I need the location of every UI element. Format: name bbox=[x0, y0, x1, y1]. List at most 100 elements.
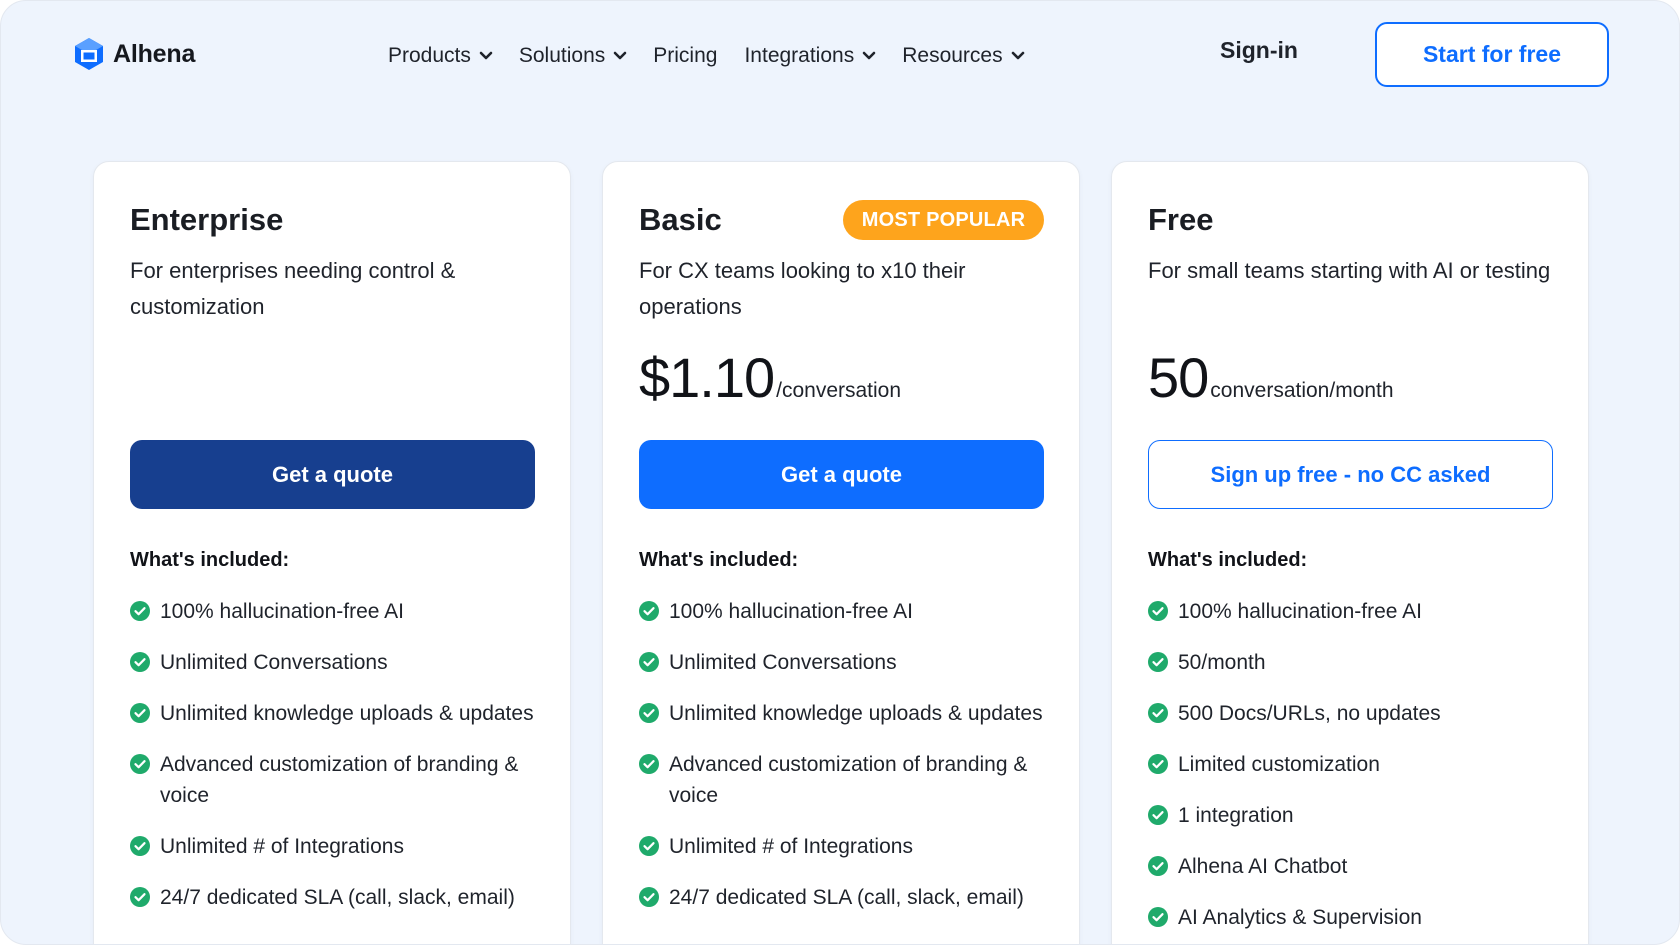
included-title: What's included: bbox=[130, 549, 290, 571]
sign-up-free-button[interactable]: Sign up free - no CC asked bbox=[1148, 440, 1553, 509]
list-item: Unlimited Conversations bbox=[639, 647, 1059, 678]
feature-text: Unlimited # of Integrations bbox=[669, 835, 913, 858]
check-circle-icon bbox=[1148, 601, 1168, 621]
plan-price: $1.10 /conversation bbox=[639, 345, 901, 410]
check-circle-icon bbox=[639, 754, 659, 774]
check-circle-icon bbox=[1148, 907, 1168, 927]
feature-text: Limited customization bbox=[1178, 753, 1380, 776]
plan-card-enterprise: Enterprise For enterprises needing contr… bbox=[93, 161, 571, 944]
feature-text: 24/7 dedicated SLA (call, slack, email) bbox=[669, 886, 1024, 909]
feature-text: Alhena AI Chatbot bbox=[1178, 855, 1348, 878]
main-nav: Products Solutions Pricing Integrations … bbox=[388, 41, 1051, 71]
nav-integrations-label: Integrations bbox=[744, 44, 855, 67]
price-unit: /conversation bbox=[776, 379, 902, 402]
feature-text: Advanced customization of branding & voi… bbox=[160, 753, 519, 807]
check-circle-icon bbox=[1148, 754, 1168, 774]
check-circle-icon bbox=[1148, 703, 1168, 723]
list-item: 100% hallucination-free AI bbox=[639, 596, 1059, 627]
logo-text: Alhena bbox=[113, 39, 196, 68]
feature-text: 24/7 dedicated SLA (call, slack, email) bbox=[160, 886, 515, 909]
feature-text: Advanced customization of branding & voi… bbox=[669, 753, 1028, 807]
most-popular-badge: MOST POPULAR bbox=[843, 200, 1044, 240]
list-item: 1 integration bbox=[1148, 800, 1568, 831]
feature-text: Unlimited # of Integrations bbox=[160, 835, 404, 858]
get-quote-button[interactable]: Get a quote bbox=[130, 440, 535, 509]
chevron-down-icon bbox=[613, 51, 627, 60]
list-item: Unlimited knowledge uploads & updates bbox=[130, 698, 550, 729]
chevron-down-icon bbox=[862, 51, 876, 60]
chevron-down-icon bbox=[1011, 51, 1024, 60]
list-item: 100% hallucination-free AI bbox=[130, 596, 550, 627]
price-unit: conversation/month bbox=[1210, 379, 1394, 402]
check-circle-icon bbox=[639, 703, 659, 723]
list-item: Limited customization bbox=[1148, 749, 1568, 780]
alhena-logo-icon bbox=[75, 38, 103, 70]
plan-name: Free bbox=[1148, 202, 1214, 237]
page-frame: Alhena Products Solutions Pricing Integr… bbox=[0, 0, 1680, 945]
sign-in-link[interactable]: Sign-in bbox=[1220, 37, 1298, 64]
feature-text: 500 Docs/URLs, no updates bbox=[1178, 702, 1441, 725]
list-item: 24/7 dedicated SLA (call, slack, email) bbox=[130, 882, 550, 913]
plan-description: For CX teams looking to x10 their operat… bbox=[639, 258, 966, 319]
feature-text: 1 integration bbox=[1178, 804, 1294, 827]
list-item: 500 Docs/URLs, no updates bbox=[1148, 698, 1568, 729]
feature-text: Unlimited Conversations bbox=[669, 651, 897, 674]
nav-pricing[interactable]: Pricing bbox=[653, 44, 717, 68]
included-title: What's included: bbox=[1148, 549, 1308, 571]
feature-text: Unlimited Conversations bbox=[160, 651, 388, 674]
check-circle-icon bbox=[1148, 805, 1168, 825]
plan-description: For enterprises needing control & custom… bbox=[130, 258, 456, 319]
check-circle-icon bbox=[1148, 652, 1168, 672]
nav-resources[interactable]: Resources bbox=[902, 44, 1024, 68]
nav-pricing-label: Pricing bbox=[653, 44, 718, 67]
plan-description: For small teams starting with AI or test… bbox=[1148, 258, 1551, 283]
nav-products-label: Products bbox=[388, 44, 471, 67]
check-circle-icon bbox=[130, 754, 150, 774]
check-circle-icon bbox=[130, 703, 150, 723]
feature-list: 100% hallucination-free AI Unlimited Con… bbox=[130, 596, 550, 933]
feature-text: 50/month bbox=[1178, 651, 1266, 674]
feature-text: Unlimited knowledge uploads & updates bbox=[669, 702, 1043, 725]
logo[interactable]: Alhena bbox=[73, 37, 195, 71]
list-item: Unlimited # of Integrations bbox=[130, 831, 550, 862]
list-item: Unlimited knowledge uploads & updates bbox=[639, 698, 1059, 729]
feature-text: 100% hallucination-free AI bbox=[1178, 600, 1422, 623]
feature-list: 100% hallucination-free AI Unlimited Con… bbox=[639, 596, 1059, 933]
list-item: Alhena AI Chatbot bbox=[1148, 851, 1568, 882]
check-circle-icon bbox=[639, 887, 659, 907]
check-circle-icon bbox=[639, 652, 659, 672]
check-circle-icon bbox=[639, 601, 659, 621]
chevron-down-icon bbox=[479, 51, 493, 60]
nav-products[interactable]: Products bbox=[388, 44, 493, 68]
plan-name: Basic bbox=[639, 202, 722, 237]
check-circle-icon bbox=[1148, 856, 1168, 876]
list-item: 50/month bbox=[1148, 647, 1568, 678]
nav-resources-label: Resources bbox=[902, 44, 1003, 67]
nav-solutions[interactable]: Solutions bbox=[519, 44, 627, 68]
feature-list: 100% hallucination-free AI 50/month 500 … bbox=[1148, 596, 1568, 944]
feature-text: AI Analytics & Supervision bbox=[1178, 906, 1422, 929]
nav-integrations[interactable]: Integrations bbox=[744, 44, 876, 68]
nav-solutions-label: Solutions bbox=[518, 44, 606, 67]
plan-card-free: Free For small teams starting with AI or… bbox=[1111, 161, 1589, 944]
get-quote-button[interactable]: Get a quote bbox=[639, 440, 1044, 509]
check-circle-icon bbox=[130, 652, 150, 672]
start-for-free-button[interactable]: Start for free bbox=[1375, 22, 1609, 87]
feature-text: Unlimited knowledge uploads & updates bbox=[160, 702, 534, 725]
plan-price: 50 conversation/month bbox=[1148, 345, 1394, 410]
included-title: What's included: bbox=[639, 549, 799, 571]
price-amount: 50 bbox=[1148, 346, 1209, 409]
check-circle-icon bbox=[130, 601, 150, 621]
check-circle-icon bbox=[130, 836, 150, 856]
list-item: Unlimited Conversations bbox=[130, 647, 550, 678]
list-item: Advanced customization of branding & voi… bbox=[639, 749, 1059, 811]
check-circle-icon bbox=[639, 836, 659, 856]
list-item: Advanced customization of branding & voi… bbox=[130, 749, 550, 811]
plan-card-basic: Basic MOST POPULAR For CX teams looking … bbox=[602, 161, 1080, 944]
list-item: 24/7 dedicated SLA (call, slack, email) bbox=[639, 882, 1059, 913]
plan-name: Enterprise bbox=[130, 202, 284, 237]
feature-text: 100% hallucination-free AI bbox=[669, 600, 913, 623]
check-circle-icon bbox=[130, 887, 150, 907]
feature-text: 100% hallucination-free AI bbox=[160, 600, 404, 623]
price-amount: $1.10 bbox=[639, 346, 775, 409]
